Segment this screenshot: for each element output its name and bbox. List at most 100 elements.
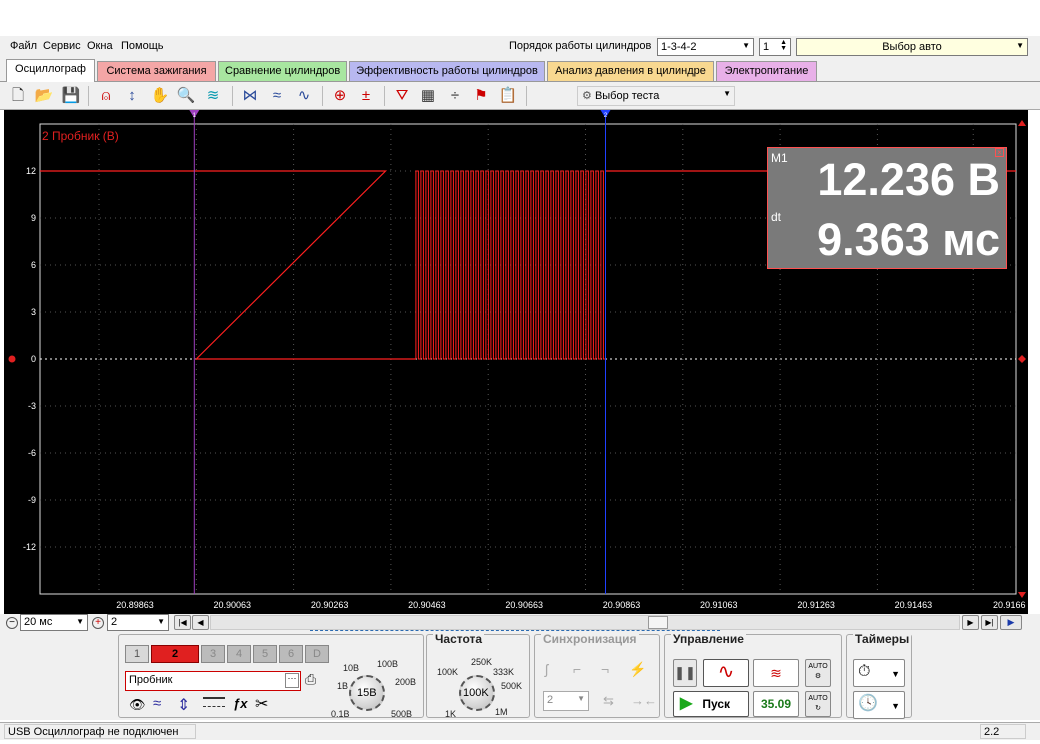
time-scrollbar[interactable] — [210, 615, 960, 630]
voltage-label: 1В — [337, 681, 349, 691]
channel-d-button[interactable]: D — [305, 645, 329, 663]
timers-title: Таймеры — [853, 632, 912, 646]
firing-order-select[interactable]: 1-3-4-2 ▼ — [657, 38, 754, 56]
auto-mode-icon[interactable]: AUTO ⚙ — [805, 659, 831, 687]
chevron-down-icon: ▼ — [891, 701, 900, 711]
vertical-cursors-icon[interactable]: ↕ — [122, 86, 142, 106]
tab-cylinder-efficiency[interactable]: Эффективность работы цилиндров — [349, 61, 545, 81]
channel-4-button[interactable]: 4 — [227, 645, 251, 663]
report-icon[interactable]: 📋 — [498, 86, 518, 106]
go-end-icon[interactable]: ▶| — [981, 615, 998, 630]
test-select[interactable]: ⚙ Выбор теста ▼ — [577, 86, 735, 106]
filter-icon[interactable]: ⛛ — [392, 86, 412, 106]
voltage-knob-value: 15В — [357, 687, 377, 699]
more-icon[interactable]: ··· — [285, 673, 299, 688]
menu-file[interactable]: Файл — [10, 40, 37, 52]
zero-level-icon[interactable]: ± — [356, 86, 376, 106]
channel-group: 1 2 3 4 5 6 D Пробник ··· ⎙ 👁 ≈ ⇕ ƒx ✂ 15… — [118, 634, 424, 719]
sync-auto-icon[interactable]: ⚡ — [629, 661, 646, 678]
tab-ignition-system[interactable]: Система зажигания — [97, 61, 216, 81]
signal-split-icon[interactable]: ⋈ — [240, 86, 260, 106]
sine-wave-icon[interactable]: ∿ — [703, 659, 749, 687]
frequency-knob-value: 100K — [463, 687, 489, 699]
sync-channel-select[interactable]: 2 ▼ — [543, 691, 589, 711]
frequency-group: Частота 100K 250K 100K 333K 500K 1K 1M — [426, 632, 530, 719]
cylinder-spinner[interactable]: 1 ▲ ▼ — [759, 38, 791, 56]
pause-icon[interactable]: ❚❚ — [673, 659, 697, 687]
chevron-down-icon: ▼ — [577, 694, 585, 703]
frequency-knob[interactable]: 100K — [459, 675, 495, 711]
timer-stop-button[interactable]: 🕓 ▼ — [853, 691, 905, 719]
eye-icon[interactable]: 👁 — [129, 697, 146, 713]
scroll-right-icon[interactable]: ▶ — [962, 615, 979, 630]
tab-power-supply[interactable]: Электропитание — [716, 61, 817, 81]
table-icon[interactable]: ▦ — [418, 86, 438, 106]
toolbar-separator — [322, 86, 323, 106]
waves-alt-icon[interactable]: ∿ — [294, 86, 314, 106]
x-tick-label: 20.90863 — [603, 600, 641, 610]
channel-1-button[interactable]: 1 — [125, 645, 149, 663]
sync-slope-icon[interactable]: ʃ — [545, 661, 548, 677]
tab-cylinder-pressure[interactable]: Анализ давления в цилиндре — [547, 61, 714, 81]
sync-shift-icon[interactable]: ⇆ — [603, 693, 614, 709]
probe-settings-icon[interactable]: ⎙ — [305, 671, 316, 688]
menu-service[interactable]: Сервис — [43, 40, 81, 52]
function-icon[interactable]: ƒx — [233, 696, 247, 711]
sync-rise-icon[interactable]: ⌐ — [573, 661, 581, 677]
cursor-sync-icon[interactable]: ÷ — [445, 86, 465, 106]
zoom-select[interactable]: 2 ▼ — [107, 614, 169, 631]
waves-icon[interactable]: ≈ — [267, 86, 287, 106]
signal-waveform-icon[interactable]: ≈ — [153, 695, 161, 712]
play-icon[interactable]: ▶ — [1000, 615, 1022, 630]
status-bar: USB Осциллограф не подключен 2.2 — [0, 722, 1040, 740]
vertical-arrows-icon[interactable]: ⇕ — [177, 695, 190, 715]
tab-cylinder-comparison[interactable]: Сравнение цилиндров — [218, 61, 347, 81]
zoom-out-icon[interactable]: − — [6, 617, 18, 629]
car-select[interactable]: Выбор авто ▼ — [796, 38, 1028, 56]
overview-range-indicator — [310, 630, 720, 631]
save-icon[interactable]: 💾 — [61, 86, 81, 106]
y-tick-label: -12 — [23, 542, 36, 552]
levels-icon[interactable] — [203, 697, 225, 707]
tab-oscilloscope[interactable]: Осциллограф — [6, 59, 95, 82]
tools-icon[interactable]: ✂ — [255, 694, 268, 714]
start-button[interactable]: ▶ Пуск — [673, 691, 749, 717]
probe-field[interactable]: Пробник ··· — [125, 671, 301, 691]
voltage-knob[interactable]: 15В — [349, 675, 385, 711]
open-folder-icon[interactable]: 📂 — [34, 86, 54, 106]
measurement-box[interactable]: M1 × 12.236 В dt 9.363 мс — [767, 147, 1007, 269]
y-tick-label: -6 — [28, 448, 36, 458]
chevron-down-icon: ▼ — [1016, 41, 1024, 50]
chevron-down-icon: ▼ — [76, 617, 84, 626]
go-start-icon[interactable]: |◀ — [174, 615, 191, 630]
channel-5-button[interactable]: 5 — [253, 645, 277, 663]
channel-6-button[interactable]: 6 — [279, 645, 303, 663]
timebase-select[interactable]: 20 мс ▼ — [20, 614, 88, 631]
zoom-in-icon[interactable]: + — [92, 617, 104, 629]
signal-stack-icon[interactable]: ≋ — [203, 86, 223, 106]
auto-run-icon[interactable]: AUTO ↻ — [805, 691, 831, 717]
x-tick-label: 20.91063 — [700, 600, 738, 610]
measurement-dt: 9.363 мс — [817, 214, 1000, 265]
scroll-left-icon[interactable]: ◀ — [192, 615, 209, 630]
cursor-marker-icon[interactable]: ⍝ — [96, 86, 116, 106]
hand-pan-icon[interactable]: ✋ — [150, 86, 170, 106]
scrollbar-thumb[interactable] — [648, 616, 668, 629]
flag-marker-icon[interactable]: ⚑ — [471, 86, 491, 106]
new-file-icon[interactable]: 🗋 — [8, 86, 28, 106]
voltage-label: 200В — [395, 677, 417, 687]
toolbar-separator — [384, 86, 385, 106]
sync-center-icon[interactable]: →← — [631, 693, 657, 708]
sync-fall-icon[interactable]: ¬ — [601, 661, 609, 677]
menu-help[interactable]: Помощь — [121, 40, 164, 52]
auto-scale-icon[interactable]: ⊕ — [330, 86, 350, 106]
connection-status: USB Осциллограф не подключен — [4, 724, 196, 739]
noisy-wave-icon[interactable]: ≋ — [753, 659, 799, 687]
zoom-icon[interactable]: 🔍 — [176, 86, 196, 106]
frequency-title: Частота — [433, 632, 485, 646]
menu-windows[interactable]: Окна — [87, 40, 113, 52]
channel-3-button[interactable]: 3 — [201, 645, 225, 663]
sync-channel-value: 2 — [547, 694, 554, 706]
channel-2-button[interactable]: 2 — [151, 645, 199, 663]
timer-start-button[interactable]: ⏱ ▼ — [853, 659, 905, 687]
